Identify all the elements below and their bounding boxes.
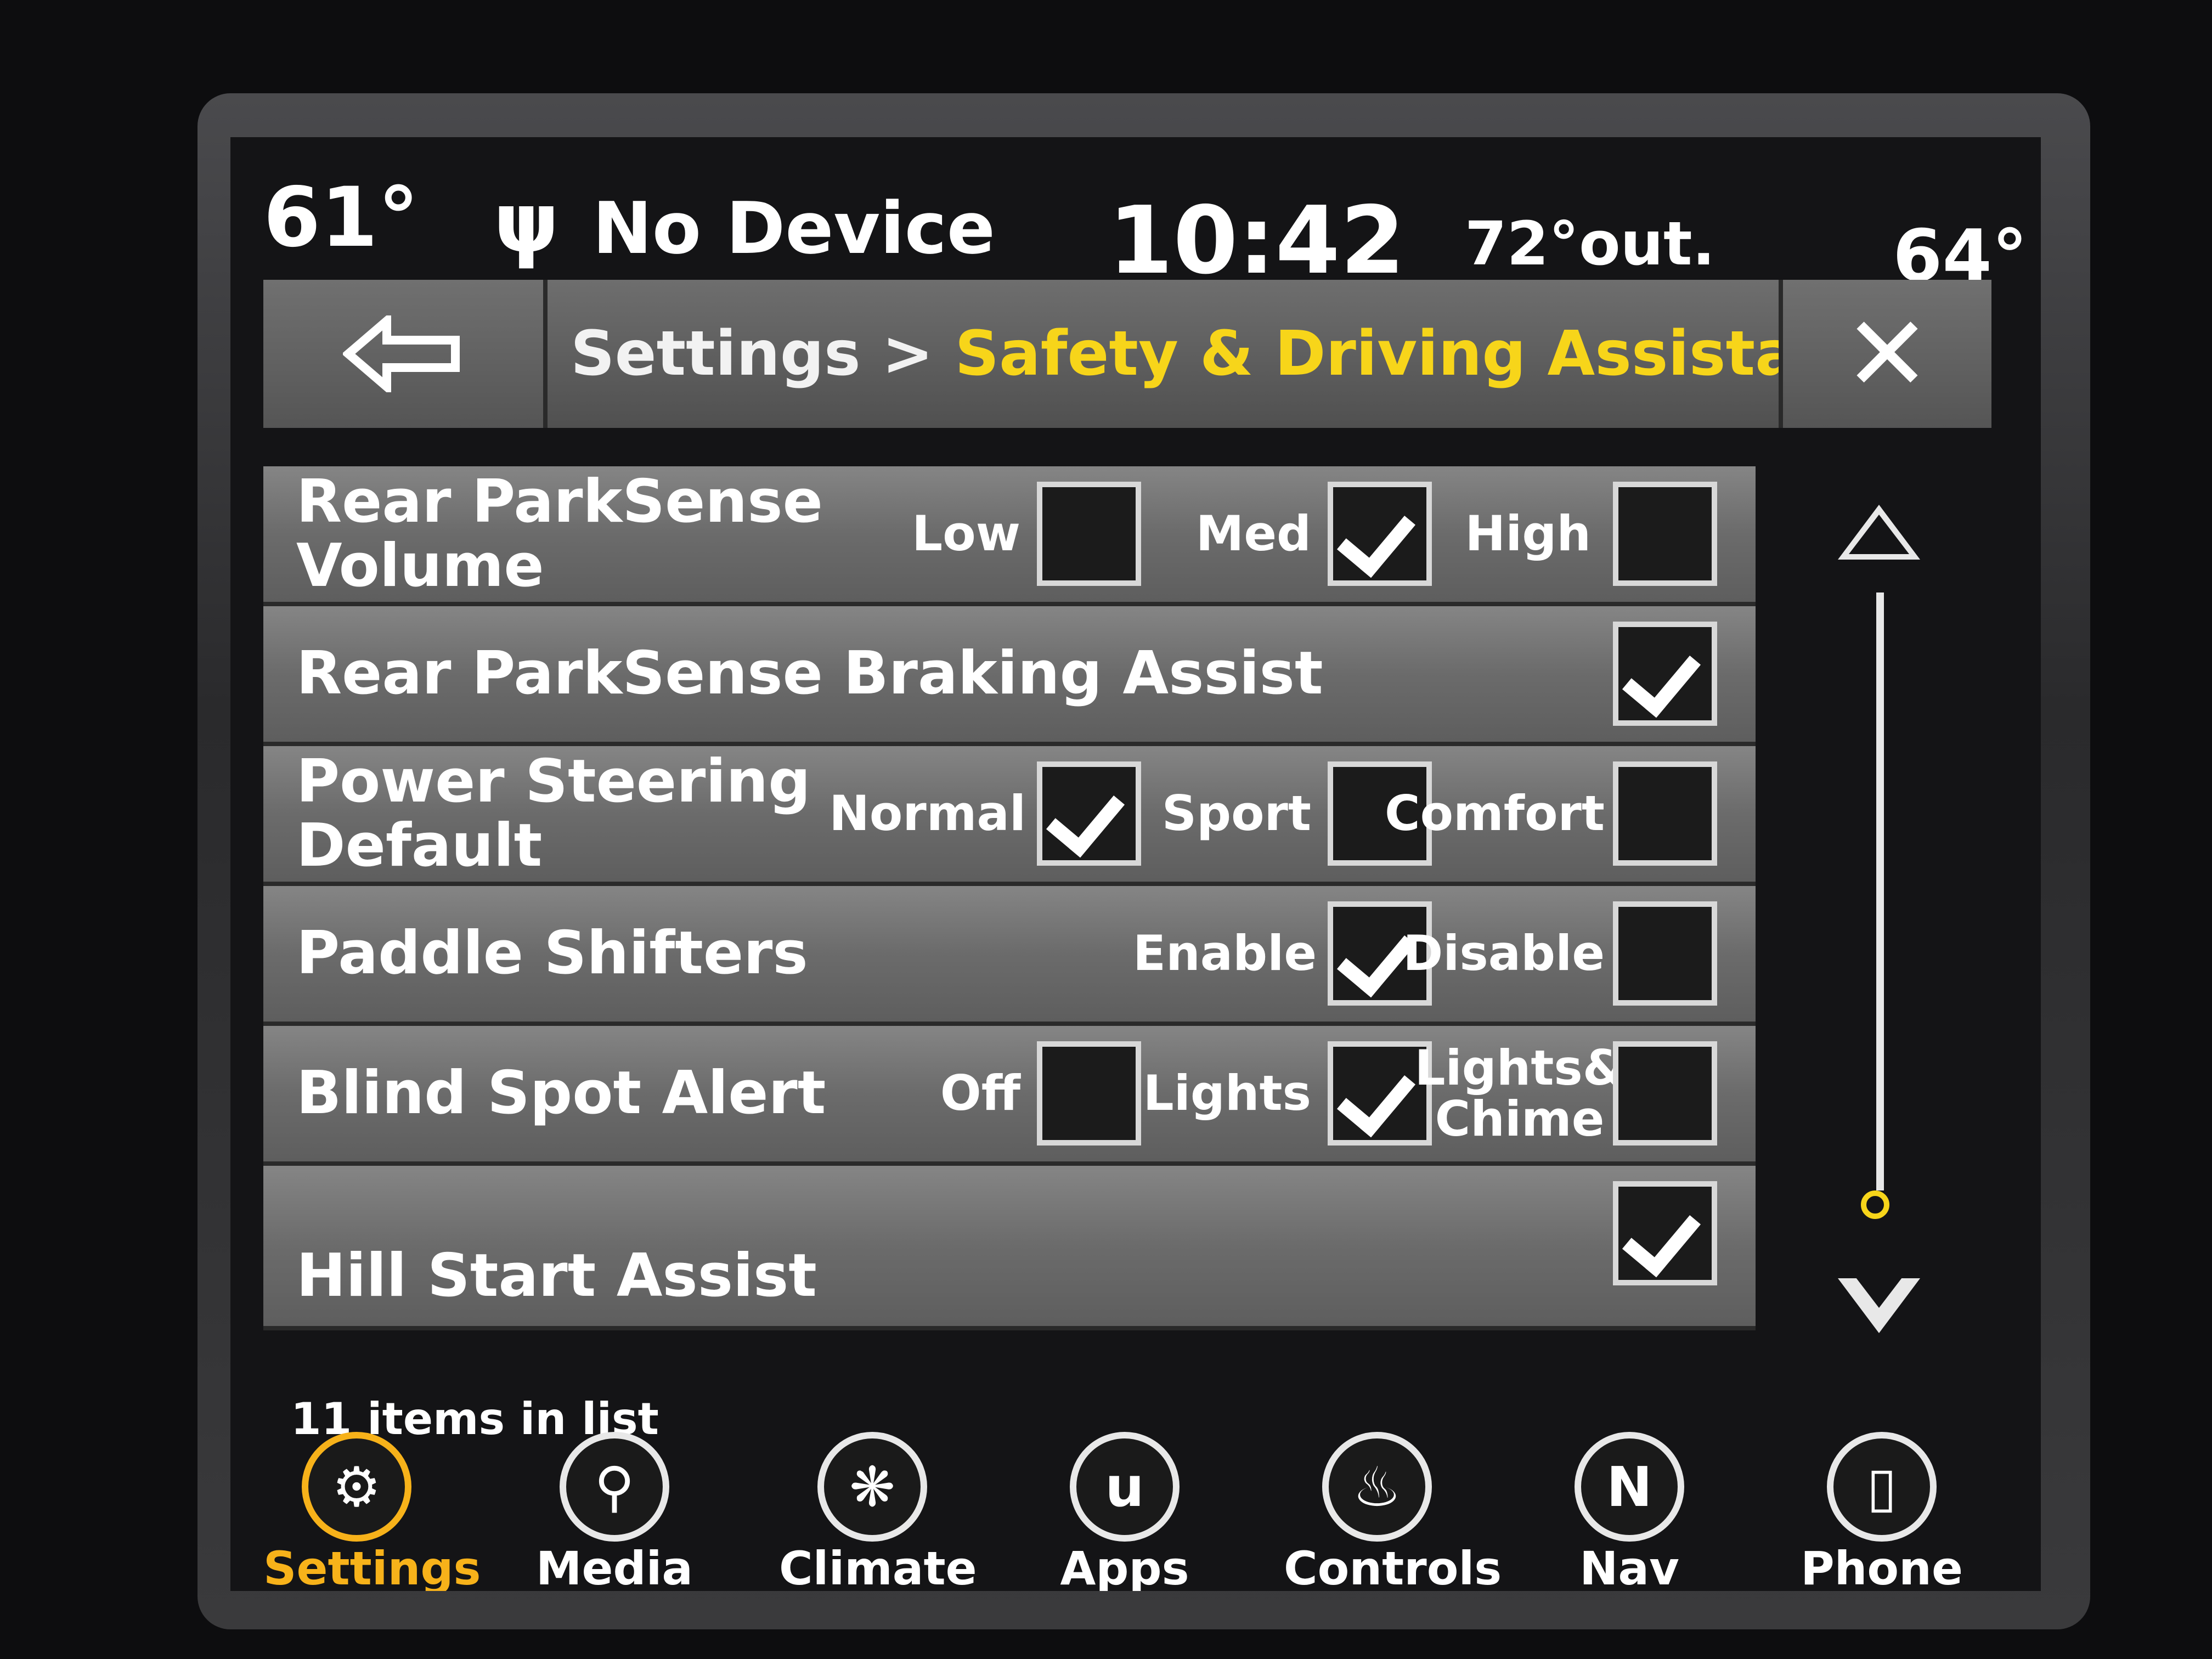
setting-label: Rear ParkSense Volume bbox=[296, 467, 823, 600]
breadcrumb-root[interactable]: Settings bbox=[571, 318, 861, 390]
option-label-sport: Sport bbox=[1161, 785, 1311, 842]
nav-apps[interactable]: u Apps bbox=[1031, 1432, 1218, 1591]
checkbox-braking-assist[interactable] bbox=[1613, 622, 1717, 726]
checkbox-normal[interactable] bbox=[1037, 761, 1141, 866]
checkmark-icon bbox=[1622, 636, 1701, 718]
option-label-high: High bbox=[1465, 505, 1591, 562]
back-arrow-icon bbox=[343, 315, 460, 392]
option-label-med: Med bbox=[1195, 505, 1311, 562]
apps-icon: u bbox=[1070, 1432, 1180, 1542]
close-button[interactable]: ✕ bbox=[1779, 280, 1991, 428]
checkmark-icon bbox=[1336, 1056, 1416, 1138]
setting-label: Blind Spot Alert bbox=[296, 1059, 826, 1128]
option-label-low: Low bbox=[912, 505, 1020, 562]
nav-label: Media bbox=[535, 1542, 693, 1591]
page-title: Safety & Driving Assistance bbox=[955, 318, 1918, 390]
checkmark-icon bbox=[1622, 1195, 1701, 1278]
phone-icon: ▯ bbox=[1827, 1432, 1937, 1542]
header-bar: Settings > Safety & Driving Assistance ✕ bbox=[263, 280, 1991, 428]
nav-controls[interactable]: ♨ Controls bbox=[1284, 1432, 1502, 1591]
nav-climate[interactable]: ❋ Climate bbox=[779, 1432, 977, 1591]
breadcrumb: Settings > Safety & Driving Assistance bbox=[571, 318, 1918, 390]
close-icon: ✕ bbox=[1843, 293, 1931, 415]
nav-settings[interactable]: ⚙ Settings bbox=[263, 1432, 481, 1591]
option-label-off: Off bbox=[940, 1065, 1020, 1122]
option-label-comfort: Comfort bbox=[1385, 785, 1605, 842]
back-button[interactable] bbox=[263, 280, 548, 428]
checkbox-high[interactable] bbox=[1613, 482, 1717, 586]
nav-media[interactable]: ⚲ Media bbox=[521, 1432, 708, 1591]
scroll-down-icon[interactable] bbox=[1838, 1268, 1920, 1333]
nav-nav[interactable]: N Nav bbox=[1536, 1432, 1723, 1591]
setting-label: Hill Start Assist bbox=[296, 1242, 817, 1311]
checkbox-lights-chime[interactable] bbox=[1613, 1041, 1717, 1146]
option-label-disable: Disable bbox=[1403, 925, 1605, 982]
nav-label: Nav bbox=[1579, 1542, 1679, 1591]
setting-label: Power Steering Default bbox=[296, 747, 811, 880]
nav-label: Phone bbox=[1801, 1542, 1963, 1591]
setting-row-rear-parksense-braking-assist: Rear ParkSense Braking Assist bbox=[263, 606, 1756, 746]
option-label-enable: Enable bbox=[1133, 925, 1317, 982]
setting-row-blind-spot-alert: Blind Spot Alert Off Lights Lights& Chim… bbox=[263, 1026, 1756, 1166]
checkbox-comfort[interactable] bbox=[1613, 761, 1717, 866]
scroll-track[interactable] bbox=[1876, 592, 1884, 1190]
setting-row-rear-parksense-volume: Rear ParkSense Volume Low Med High bbox=[263, 466, 1756, 606]
settings-list: Rear ParkSense Volume Low Med High Rear … bbox=[263, 466, 1756, 1399]
option-label-lights-chime: Lights& Chime bbox=[1414, 1040, 1625, 1147]
checkbox-med[interactable] bbox=[1328, 482, 1432, 586]
gear-icon: ⚙ bbox=[302, 1432, 411, 1542]
nav-label: Apps bbox=[1060, 1542, 1189, 1591]
setting-label: Rear ParkSense Braking Assist bbox=[296, 639, 1323, 708]
setting-row-hill-start-assist: Hill Start Assist bbox=[263, 1166, 1756, 1330]
nav-label: Controls bbox=[1284, 1542, 1502, 1591]
bottom-nav: ⚙ Settings ⚲ Media ❋ Climate u Apps ♨ Co… bbox=[230, 1432, 2041, 1591]
infotainment-screen: 61° ψ No Device 10:42 72°out. 64° Settin… bbox=[230, 137, 2041, 1591]
setting-row-paddle-shifters: Paddle Shifters Enable Disable bbox=[263, 886, 1756, 1026]
checkbox-hill-start-assist[interactable] bbox=[1613, 1181, 1717, 1285]
device-status: No Device bbox=[592, 187, 995, 270]
option-label-normal: Normal bbox=[829, 785, 1026, 842]
breadcrumb-separator: > bbox=[860, 318, 955, 390]
checkbox-off[interactable] bbox=[1037, 1041, 1141, 1146]
scrollbar[interactable] bbox=[1799, 466, 1964, 1399]
scroll-thumb[interactable] bbox=[1861, 1190, 1889, 1219]
checkmark-icon bbox=[1046, 776, 1125, 858]
nav-label: Climate bbox=[779, 1542, 977, 1591]
compass-icon: N bbox=[1575, 1432, 1684, 1542]
status-bar: 61° ψ No Device 10:42 72°out. 64° bbox=[230, 137, 2041, 297]
seat-icon: ♨ bbox=[1322, 1432, 1432, 1542]
checkbox-low[interactable] bbox=[1037, 482, 1141, 586]
nav-label: Settings bbox=[263, 1542, 481, 1591]
inside-temp-left: 61° bbox=[263, 170, 419, 266]
outside-temp: 72°out. bbox=[1465, 208, 1716, 279]
scroll-up-icon[interactable] bbox=[1838, 505, 1920, 560]
setting-label: Paddle Shifters bbox=[296, 919, 808, 988]
nav-phone[interactable]: ▯ Phone bbox=[1788, 1432, 1975, 1591]
option-label-lights: Lights bbox=[1143, 1065, 1311, 1122]
checkmark-icon bbox=[1336, 496, 1416, 578]
usb-icon: ψ bbox=[494, 176, 560, 271]
climate-icon: ❋ bbox=[817, 1432, 927, 1542]
checkbox-disable[interactable] bbox=[1613, 901, 1717, 1006]
usb-icon: ⚲ bbox=[560, 1432, 669, 1542]
clock: 10:42 bbox=[1108, 187, 1406, 295]
setting-row-power-steering-default: Power Steering Default Normal Sport Comf… bbox=[263, 746, 1756, 886]
